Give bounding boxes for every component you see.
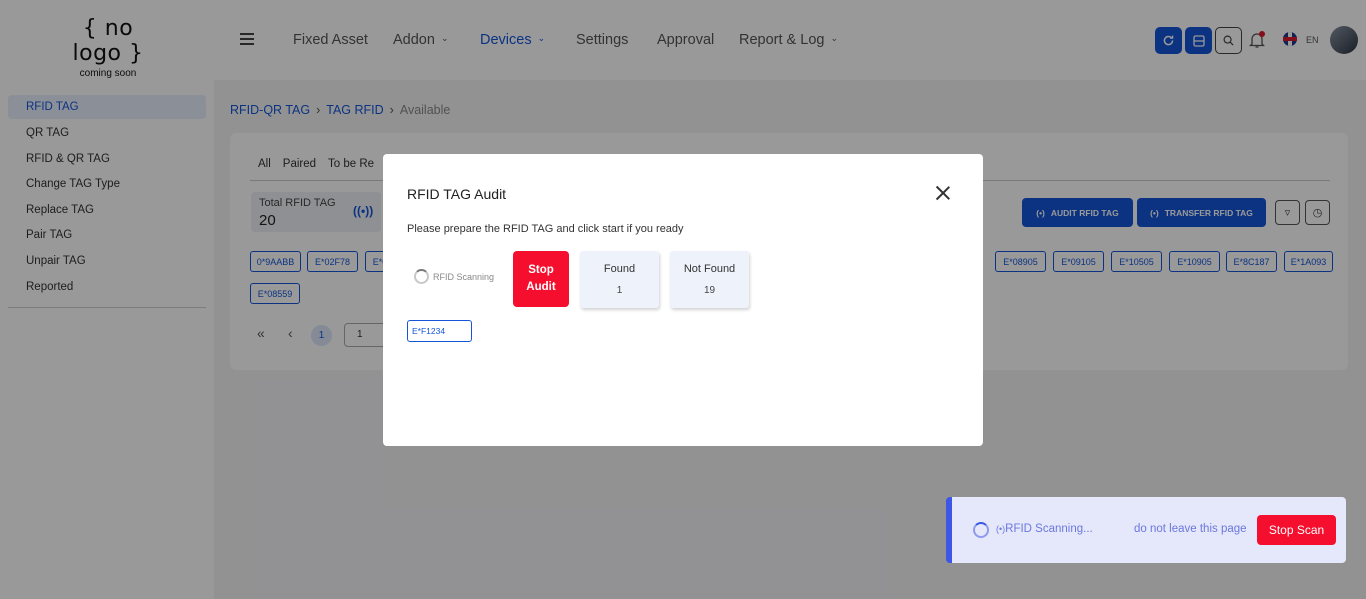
stop-audit-button[interactable]: Stop Audit: [513, 251, 569, 307]
spinner-icon: [973, 522, 989, 538]
modal-message: Please prepare the RFID TAG and click st…: [407, 223, 684, 235]
not-found-value: 19: [703, 285, 716, 296]
modal-title: RFID TAG Audit: [407, 186, 507, 202]
toast-warning: do not leave this page: [1134, 523, 1247, 535]
found-count: Found 1: [580, 251, 659, 308]
stop-audit-label: Stop Audit: [526, 264, 556, 293]
rfid-audit-modal: RFID TAG Audit Please prepare the RFID T…: [383, 154, 983, 446]
stop-scan-button[interactable]: Stop Scan: [1257, 515, 1336, 545]
scanning-toast: (•)RFID Scanning... do not leave this pa…: [946, 497, 1346, 563]
close-icon[interactable]: [934, 184, 952, 202]
toast-scanning-label: RFID Scanning...: [1005, 523, 1093, 535]
scanning-indicator: RFID Scanning: [414, 269, 494, 284]
found-label: Found: [603, 263, 636, 275]
not-found-label: Not Found: [683, 263, 736, 275]
found-tag-chip[interactable]: E*F1234: [407, 320, 472, 342]
toast-scanning: (•)RFID Scanning...: [996, 523, 1093, 535]
rfid-icon: (•): [996, 524, 1006, 534]
spinner-icon: [414, 269, 429, 284]
found-value: 1: [616, 285, 623, 296]
not-found-count: Not Found 19: [670, 251, 749, 308]
scanning-label: RFID Scanning: [433, 271, 495, 282]
